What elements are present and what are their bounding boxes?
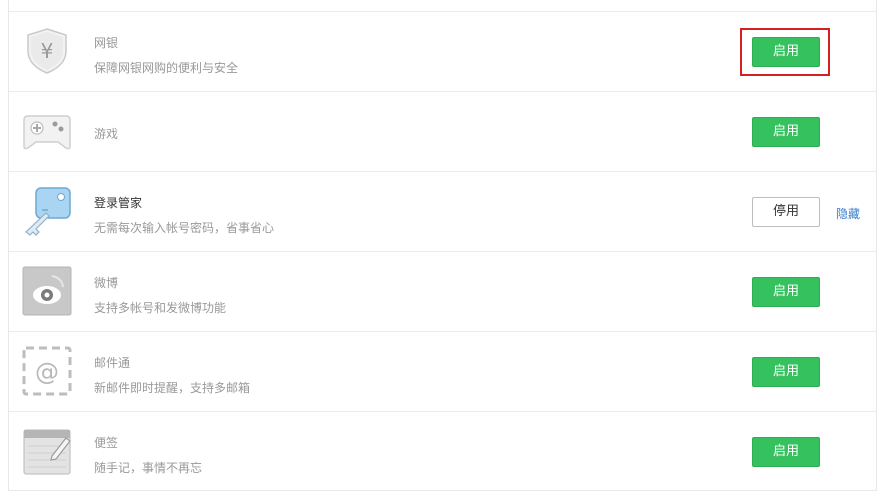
feature-title: 登录管家 [94,196,143,210]
svg-text:¥: ¥ [41,39,54,63]
enable-button[interactable]: 启用 [752,117,820,147]
enable-button[interactable]: 启用 [752,437,820,467]
feature-title: 网银 [94,36,119,50]
weibo-eye-icon [22,266,72,316]
svg-text:@: @ [35,358,59,386]
feature-description: 支持多帐号和发微博功能 [94,301,227,315]
feature-row-notes: 便签 随手记，事情不再忘 启用 [9,411,876,491]
hide-link[interactable]: 隐藏 [836,205,860,222]
feature-title: 邮件通 [94,356,131,370]
feature-row-mail: @ 邮件通 新邮件即时提醒，支持多邮箱 启用 [9,331,876,411]
disable-button[interactable]: 停用 [752,197,820,227]
enable-button[interactable]: 启用 [752,277,820,307]
feature-description: 无需每次输入帐号密码，省事省心 [94,221,275,235]
feature-title: 游戏 [94,127,119,141]
gamepad-icon [22,106,72,156]
feature-description: 随手记，事情不再忘 [94,461,203,475]
notepad-icon [22,426,72,476]
feature-row-online-banking: ¥ 网银 保障网银网购的便利与安全 启用 [9,11,876,91]
feature-row-games: 游戏 启用 [9,91,876,171]
feature-title: 微博 [94,276,119,290]
key-icon [22,186,72,236]
feature-list-panel: ¥ 网银 保障网银网购的便利与安全 启用 游戏 启用 登录管家 无需每次输入帐号… [8,0,877,491]
feature-description: 保障网银网购的便利与安全 [94,61,239,75]
feature-row-weibo: 微博 支持多帐号和发微博功能 启用 [9,251,876,331]
enable-button[interactable]: 启用 [752,357,820,387]
enable-button[interactable]: 启用 [752,37,820,67]
at-mail-icon: @ [22,346,72,396]
feature-title: 便签 [94,436,119,450]
shield-yen-icon: ¥ [22,26,72,76]
feature-row-login-manager: 登录管家 无需每次输入帐号密码，省事省心 停用 隐藏 [9,171,876,251]
feature-description: 新邮件即时提醒，支持多邮箱 [94,381,251,395]
